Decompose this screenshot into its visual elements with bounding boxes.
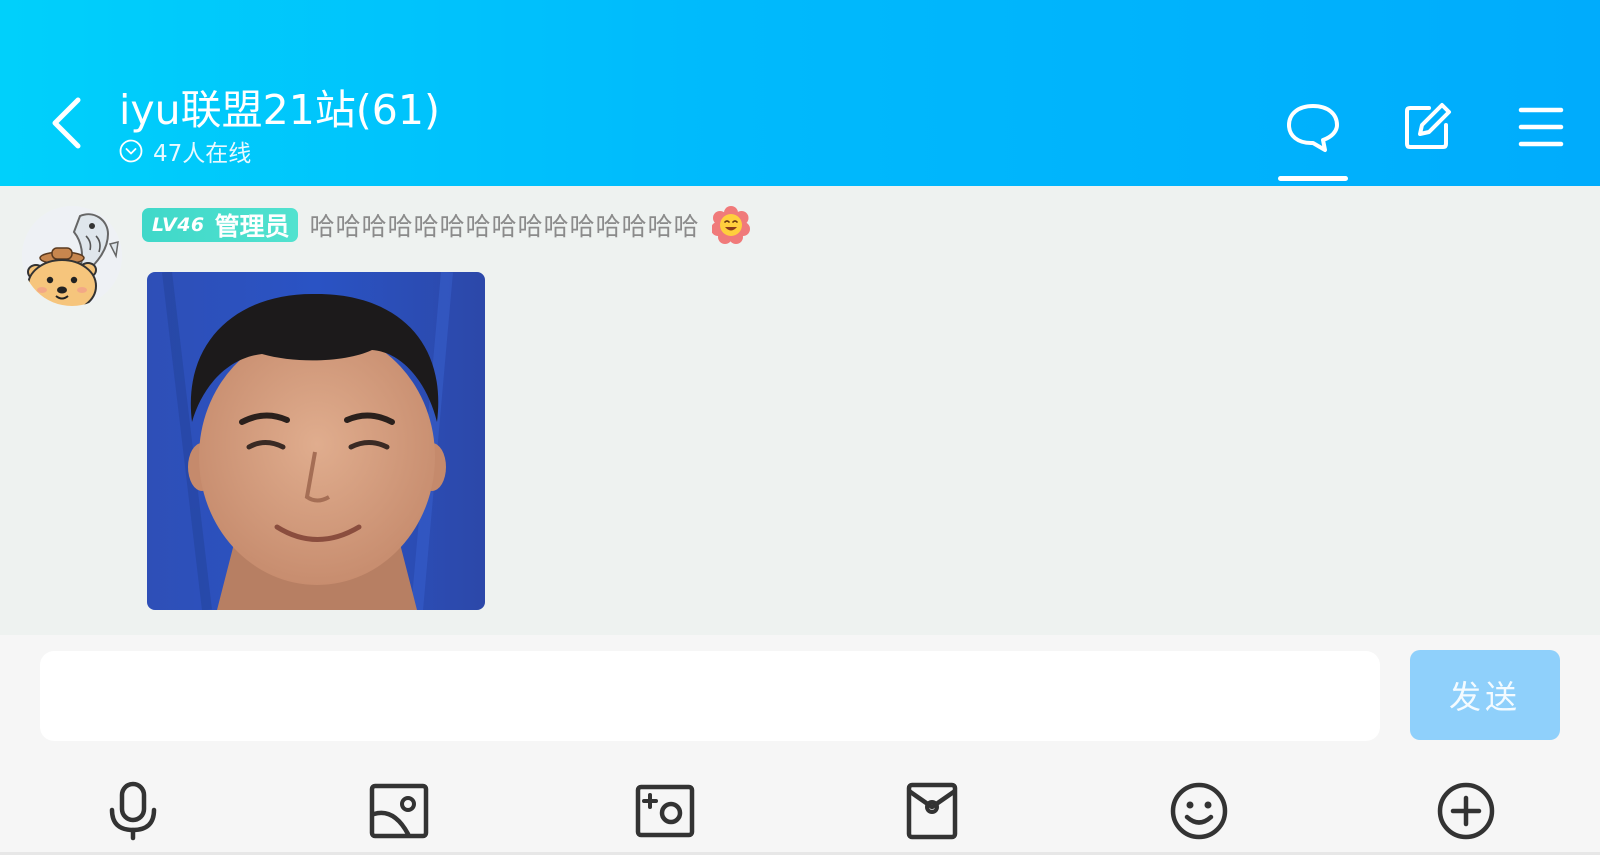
cartoon-bear-avatar	[22, 206, 122, 306]
send-button[interactable]: 发送	[1410, 650, 1560, 740]
avatar[interactable]	[22, 206, 122, 306]
message-image[interactable]	[147, 272, 485, 610]
edit-square-icon	[1405, 103, 1451, 149]
photo-button[interactable]	[366, 778, 432, 844]
active-tab-indicator	[1278, 176, 1348, 181]
camera-icon	[635, 784, 695, 838]
message-input[interactable]	[40, 651, 1380, 741]
voice-button[interactable]	[100, 778, 166, 844]
composer: 发送	[0, 635, 1600, 750]
level-label: LV46	[152, 214, 205, 236]
online-count: 47人在线	[153, 141, 252, 167]
message-header: LV46 管理员 哈哈哈哈哈哈哈哈哈哈哈哈哈哈哈	[142, 206, 750, 244]
chat-tab-button[interactable]	[1276, 90, 1350, 164]
portrait-photo	[147, 272, 485, 610]
back-button[interactable]	[40, 88, 100, 158]
speech-bubble-icon	[1287, 104, 1339, 152]
emoji-icon	[1170, 782, 1228, 840]
more-button[interactable]	[1433, 778, 1499, 844]
level-badge: LV46 管理员	[142, 208, 298, 242]
hamburger-menu-icon	[1518, 107, 1564, 147]
plus-icon	[1437, 782, 1495, 840]
image-icon	[369, 783, 429, 839]
chat-screen: iyu联盟21站(61) 47人在线 LV46 管理员 哈哈哈哈哈哈哈哈哈哈哈哈…	[0, 0, 1600, 855]
group-title: iyu联盟21站(61)	[119, 86, 440, 134]
red-packet-icon	[906, 782, 958, 840]
edit-button[interactable]	[1390, 90, 1464, 164]
role-label: 管理员	[214, 212, 290, 241]
microphone-icon	[109, 781, 157, 841]
chevron-left-icon	[52, 97, 81, 149]
message-list[interactable]: LV46 管理员 哈哈哈哈哈哈哈哈哈哈哈哈哈哈哈	[0, 186, 1600, 635]
camera-button[interactable]	[632, 778, 698, 844]
online-status[interactable]: 47人在线	[119, 135, 251, 167]
emoji-button[interactable]	[1166, 778, 1232, 844]
menu-button[interactable]	[1504, 90, 1578, 164]
chevron-down-circle-icon	[119, 139, 143, 163]
red-packet-button[interactable]	[899, 778, 965, 844]
composer-toolbar	[0, 750, 1600, 855]
flower-emoji-icon	[711, 206, 750, 244]
sender-name[interactable]: 哈哈哈哈哈哈哈哈哈哈哈哈哈哈哈	[310, 207, 700, 243]
header-bar: iyu联盟21站(61) 47人在线	[0, 0, 1600, 186]
